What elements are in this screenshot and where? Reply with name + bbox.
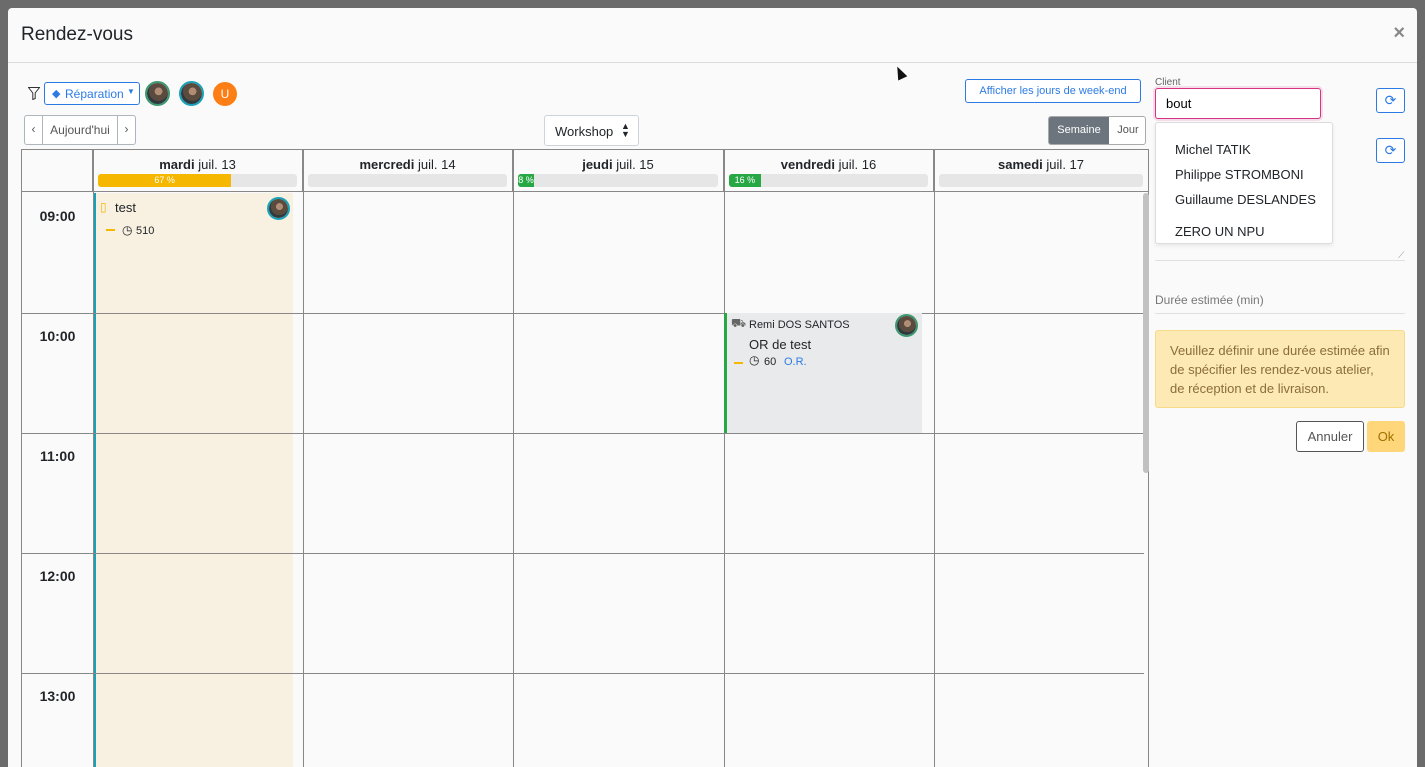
clock-icon: ◷ xyxy=(122,223,133,237)
show-weekend-button[interactable]: Afficher les jours de week-end xyxy=(965,79,1141,103)
grid-line xyxy=(93,150,94,767)
day-header[interactable]: vendredi juil. 16 16 % xyxy=(724,150,934,192)
cancel-button[interactable]: Annuler xyxy=(1296,421,1364,452)
event-avatar xyxy=(895,314,918,337)
event-duration: 60 xyxy=(764,356,777,368)
grid-line xyxy=(22,433,1144,434)
hour-label: 12:00 xyxy=(39,568,76,584)
day-date: juil. 13 xyxy=(198,157,236,172)
duration-input-underline[interactable] xyxy=(1155,313,1405,314)
estimated-duration-label: Durée estimée (min) xyxy=(1155,293,1264,307)
layers-icon: ◆ xyxy=(52,88,61,100)
day-weekday: mardi xyxy=(159,157,195,172)
priority-dash xyxy=(734,362,743,364)
event-title: test xyxy=(115,200,136,215)
calendar-scrollbar[interactable] xyxy=(1143,193,1149,473)
day-date: juil. 16 xyxy=(838,157,877,172)
day-header[interactable]: jeudi juil. 15 8 % xyxy=(513,150,724,192)
day-weekday: mercredi xyxy=(359,157,415,172)
refresh-icon[interactable]: ⟳ xyxy=(1376,88,1405,113)
appointment-modal: Rendez-vous × ◆ Réparation ▼ U Afficher … xyxy=(8,8,1417,767)
day-weekday: samedi xyxy=(997,157,1043,172)
hour-label: 10:00 xyxy=(39,328,76,344)
modal-header: Rendez-vous × xyxy=(8,8,1417,63)
hour-label: 09:00 xyxy=(39,208,76,224)
day-date: juil. 17 xyxy=(1046,157,1084,172)
hour-label: 13:00 xyxy=(39,688,76,704)
avatar[interactable] xyxy=(179,81,204,106)
mouse-cursor-icon xyxy=(892,64,908,81)
grid-line xyxy=(724,150,725,767)
duration-warning: Veuillez définir une durée estimée afin … xyxy=(1155,330,1405,408)
day-load-bar: 67 % xyxy=(98,174,297,187)
avatar-u[interactable]: U xyxy=(213,82,237,106)
refresh-icon[interactable]: ⟳ xyxy=(1376,138,1405,163)
prev-button[interactable]: ‹ xyxy=(25,116,43,144)
day-header[interactable]: mercredi juil. 14 xyxy=(303,150,513,192)
close-icon[interactable]: × xyxy=(1393,22,1405,45)
day-date: juil. 15 xyxy=(616,157,654,172)
hour-label: 11:00 xyxy=(39,448,76,464)
sort-icon: ▲ ▼ xyxy=(621,121,630,139)
appointment-event[interactable]: ⛟ Remi DOS SANTOS OR de test ◷ 60 O.R. xyxy=(724,313,922,433)
today-button[interactable]: Aujourd'hui xyxy=(43,116,117,144)
event-title: OR de test xyxy=(749,337,812,352)
grid-line xyxy=(22,673,1144,674)
day-weekday: jeudi xyxy=(582,157,613,172)
day-load-bar xyxy=(308,174,507,187)
view-select[interactable]: Workshop ▲ ▼ xyxy=(544,115,639,146)
grid-line xyxy=(22,553,1144,554)
event-duration: 510 xyxy=(136,225,155,237)
repair-order-link[interactable]: O.R. xyxy=(784,356,807,368)
view-select-value: Workshop xyxy=(555,124,614,139)
suggestion-item[interactable]: Guillaume DESLANDES xyxy=(1175,192,1316,207)
appointment-event[interactable]: ▯ test ◷ 510 xyxy=(98,197,293,247)
day-load-fill: 67 % xyxy=(98,174,232,187)
day-load-fill: 16 % xyxy=(729,174,761,187)
priority-dash xyxy=(106,229,115,231)
event-avatar xyxy=(267,197,290,220)
grid-line xyxy=(303,150,304,767)
client-label: Client xyxy=(1155,77,1181,88)
day-view-button[interactable]: Jour xyxy=(1109,117,1145,144)
day-load-bar xyxy=(939,174,1143,187)
category-dropdown[interactable]: ◆ Réparation ▼ xyxy=(44,82,140,105)
clipboard-icon: ▯ xyxy=(100,200,107,214)
avatar[interactable] xyxy=(145,81,170,106)
day-load-bar: 16 % xyxy=(729,174,928,187)
event-client: Remi DOS SANTOS xyxy=(749,319,850,331)
suggestion-item[interactable]: Philippe STROMBONI xyxy=(1175,167,1304,182)
day-weekday: vendredi xyxy=(780,157,835,172)
time-header xyxy=(22,150,93,192)
suggestion-item[interactable]: Michel TATIK xyxy=(1175,142,1251,157)
grid-line xyxy=(22,313,1144,314)
category-label: Réparation xyxy=(65,87,124,101)
day-header[interactable]: mardi juil. 13 67 % xyxy=(93,150,303,192)
filter-icon[interactable] xyxy=(28,87,40,100)
date-nav-group: ‹ Aujourd'hui › xyxy=(24,115,136,145)
day-date: juil. 14 xyxy=(417,157,456,172)
grid-line xyxy=(513,150,514,767)
divider xyxy=(1155,260,1405,261)
day-column-highlight xyxy=(93,193,293,767)
next-button[interactable]: › xyxy=(117,116,135,144)
client-search-input[interactable] xyxy=(1155,88,1321,119)
truck-icon: ⛟ xyxy=(731,316,747,330)
day-load-fill: 8 % xyxy=(518,174,534,187)
modal-title: Rendez-vous xyxy=(21,24,133,45)
client-suggestions: Michel TATIK Philippe STROMBONI Guillaum… xyxy=(1155,122,1333,244)
suggestion-item[interactable]: ZERO UN NPU xyxy=(1175,224,1265,239)
view-toggle: Semaine Jour xyxy=(1048,116,1146,145)
grid-line xyxy=(934,150,935,767)
week-view-button[interactable]: Semaine xyxy=(1049,117,1109,144)
caret-down-icon: ▼ xyxy=(127,87,135,96)
clock-icon: ◷ xyxy=(749,353,760,367)
calendar-grid: mardi juil. 13 67 % mercredi juil. 14 je… xyxy=(21,149,1149,767)
day-load-bar: 8 % xyxy=(518,174,718,187)
day-header[interactable]: samedi juil. 17 xyxy=(934,150,1149,192)
ok-button[interactable]: Ok xyxy=(1367,421,1405,452)
